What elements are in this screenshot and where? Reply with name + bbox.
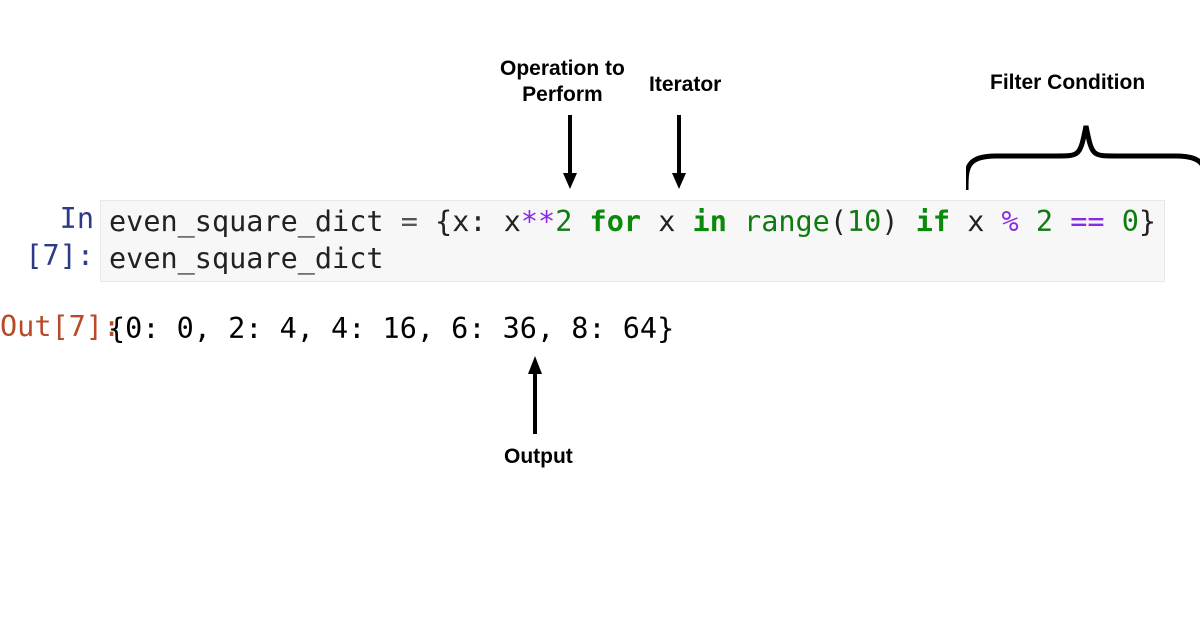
token-for: for: [590, 205, 641, 238]
label-output: Output: [504, 444, 573, 470]
token-two: 2: [555, 205, 572, 238]
token-assign: =: [384, 205, 435, 238]
arrow-output: [525, 356, 545, 434]
token-eqeq: ==: [1070, 205, 1104, 238]
code-block: even_square_dict = {x: x**2 for x in ran…: [100, 200, 1165, 282]
token-lbrace: {: [435, 205, 452, 238]
token-ten: 10: [847, 205, 881, 238]
output-text: {0: 0, 2: 4, 4: 16, 6: 36, 8: 64}: [100, 308, 682, 349]
output-cell: Out[7]: {0: 0, 2: 4, 4: 16, 6: 36, 8: 64…: [0, 308, 682, 349]
label-iterator: Iterator: [649, 72, 721, 98]
token-two2: 2: [1036, 205, 1053, 238]
token-star: **: [521, 205, 555, 238]
token-range: range: [744, 205, 830, 238]
token-colon: :: [469, 205, 503, 238]
out-prompt: Out[7]:: [0, 308, 100, 345]
label-filter: Filter Condition: [990, 70, 1145, 96]
token-condx: x: [967, 205, 984, 238]
token-zero: 0: [1122, 205, 1139, 238]
token-itvar: x: [658, 205, 675, 238]
token-valx: x: [504, 205, 521, 238]
token-rpar: ): [881, 205, 898, 238]
label-operation: Operation to Perform: [500, 56, 625, 109]
brace-filter: [966, 108, 1200, 190]
input-cell: In [7]: even_square_dict = {x: x**2 for …: [0, 200, 1165, 282]
code-line2: even_square_dict: [109, 242, 384, 275]
arrow-iterator: [669, 115, 689, 189]
arrow-operation: [560, 115, 580, 189]
token-rbrace: }: [1139, 205, 1156, 238]
token-varname: even_square_dict: [109, 205, 384, 238]
in-prompt: In [7]:: [0, 200, 100, 274]
token-in: in: [693, 205, 727, 238]
token-key: x: [452, 205, 469, 238]
token-if: if: [916, 205, 950, 238]
token-mod: %: [1002, 205, 1019, 238]
token-lpar: (: [830, 205, 847, 238]
